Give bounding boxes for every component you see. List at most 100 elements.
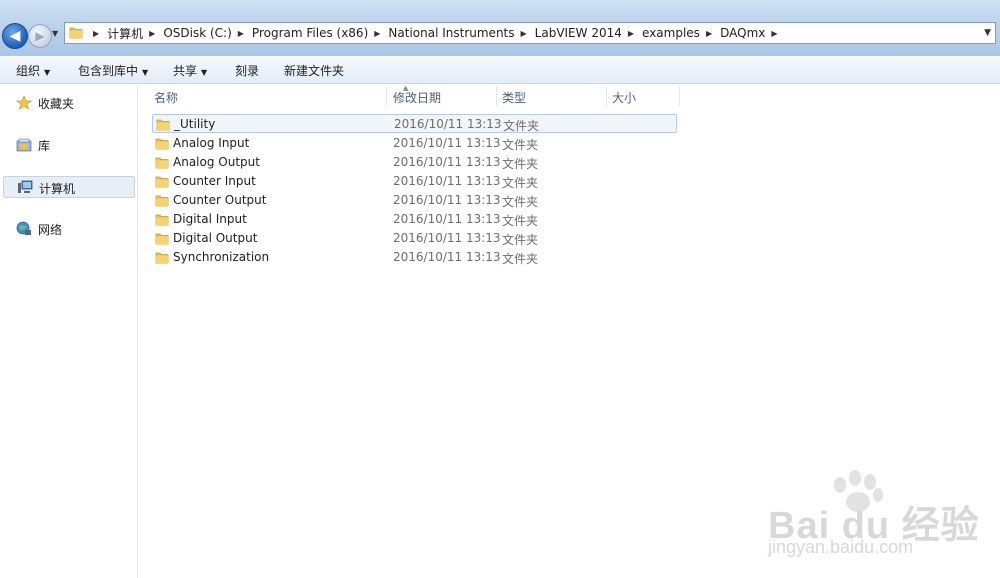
column-header-size[interactable]: 大小 [612, 89, 636, 106]
navigation-pane: 收藏夹 库 计算机 网络 [0, 84, 138, 578]
folder-icon [155, 176, 169, 188]
file-row[interactable]: Digital Output 2016/10/11 13:13 文件夹 [152, 229, 677, 248]
file-type: 文件夹 [502, 195, 539, 209]
file-row[interactable]: Analog Input 2016/10/11 13:13 文件夹 [152, 134, 677, 153]
file-row[interactable]: _Utility 2016/10/11 13:13 文件夹 [152, 114, 677, 133]
nav-label-computer: 计算机 [39, 182, 76, 196]
file-date: 2016/10/11 13:13 [393, 136, 501, 150]
share-button[interactable]: 共享 ▼ [173, 62, 207, 79]
watermark-url: jingyan.baidu.com [768, 537, 914, 557]
breadcrumb-separator-icon[interactable]: ▶ [706, 29, 712, 38]
share-label: 共享 [173, 64, 198, 78]
file-name: Analog Output [173, 155, 260, 169]
folder-icon [155, 157, 169, 169]
nav-item-computer[interactable]: 计算机 [3, 176, 135, 198]
folder-icon [155, 252, 169, 264]
file-name: Digital Output [173, 231, 258, 245]
breadcrumb-national-instruments[interactable]: National Instruments [388, 26, 514, 40]
folder-icon [155, 138, 169, 150]
chevron-down-icon: ▼ [44, 68, 51, 77]
address-history-dropdown-icon[interactable]: ▼ [984, 28, 991, 38]
library-icon [16, 138, 32, 152]
breadcrumb-separator-icon[interactable]: ▶ [149, 29, 155, 38]
include-in-library-button[interactable]: 包含到库中 ▼ [78, 62, 148, 79]
folder-icon [155, 195, 169, 207]
folder-icon [69, 27, 83, 39]
network-icon [16, 221, 31, 235]
recent-pages-dropdown-icon[interactable]: ▼ [52, 29, 58, 38]
column-header-row: 名称 ▲ 修改日期 类型 大小 [138, 84, 1000, 108]
nav-label-libraries: 库 [38, 139, 51, 153]
file-name: Analog Input [173, 136, 250, 150]
address-field[interactable]: ▶ 计算机 ▶ OSDisk (C:) ▶ Program Files (x86… [64, 22, 996, 44]
file-row[interactable]: Synchronization 2016/10/11 13:13 文件夹 [152, 248, 677, 267]
breadcrumb-program-files[interactable]: Program Files (x86) [252, 26, 368, 40]
file-type: 文件夹 [502, 233, 539, 247]
file-row[interactable]: Analog Output 2016/10/11 13:13 文件夹 [152, 153, 677, 172]
file-type: 文件夹 [502, 252, 539, 266]
file-type: 文件夹 [502, 138, 539, 152]
column-divider[interactable] [679, 86, 680, 106]
nav-label-network: 网络 [38, 223, 63, 237]
file-name: Counter Input [173, 174, 256, 188]
file-name: _Utility [174, 117, 216, 131]
file-date: 2016/10/11 13:13 [393, 231, 501, 245]
breadcrumb-computer[interactable]: 计算机 [107, 25, 143, 42]
star-icon [16, 95, 32, 110]
nav-label-favorites: 收藏夹 [38, 97, 75, 111]
file-type: 文件夹 [502, 176, 539, 190]
back-arrow-icon: ◀ [9, 28, 21, 44]
folder-icon [155, 233, 169, 245]
organize-label: 组织 [16, 64, 41, 78]
nav-item-network[interactable]: 网络 [0, 218, 137, 240]
chevron-down-icon: ▼ [142, 68, 149, 77]
forward-button[interactable]: ▶ [28, 24, 52, 48]
file-date: 2016/10/11 13:13 [394, 117, 502, 131]
folder-icon [156, 119, 170, 131]
breadcrumb-separator-icon[interactable]: ▶ [93, 29, 99, 38]
column-divider[interactable] [386, 86, 387, 106]
command-toolbar: 组织 ▼ 包含到库中 ▼ 共享 ▼ 刻录 新建文件夹 [0, 56, 1000, 84]
breadcrumb-examples[interactable]: examples [642, 26, 700, 40]
file-date: 2016/10/11 13:13 [393, 212, 501, 226]
file-date: 2016/10/11 13:13 [393, 155, 501, 169]
breadcrumb-separator-icon[interactable]: ▶ [628, 29, 634, 38]
breadcrumb-separator-icon[interactable]: ▶ [238, 29, 244, 38]
file-date: 2016/10/11 13:13 [393, 250, 501, 264]
file-name: Synchronization [173, 250, 270, 264]
address-bar-area: ◀ ▶ ▼ ▶ 计算机 ▶ OSDisk (C:) ▶ Program File… [0, 0, 1000, 56]
column-header-type[interactable]: 类型 [502, 89, 526, 106]
chevron-down-icon: ▼ [201, 68, 208, 77]
organize-menu-button[interactable]: 组织 ▼ [16, 62, 50, 79]
file-row[interactable]: Counter Output 2016/10/11 13:13 文件夹 [152, 191, 677, 210]
file-row[interactable]: Counter Input 2016/10/11 13:13 文件夹 [152, 172, 677, 191]
file-type: 文件夹 [503, 119, 540, 133]
file-type: 文件夹 [502, 157, 539, 171]
folder-icon [155, 214, 169, 226]
column-header-name[interactable]: 名称 [154, 89, 178, 106]
new-folder-button[interactable]: 新建文件夹 [284, 62, 344, 79]
burn-button[interactable]: 刻录 [235, 62, 259, 79]
column-divider[interactable] [606, 86, 607, 106]
nav-item-libraries[interactable]: 库 [0, 134, 137, 156]
file-row[interactable]: Digital Input 2016/10/11 13:13 文件夹 [152, 210, 677, 229]
file-type: 文件夹 [502, 214, 539, 228]
file-date: 2016/10/11 13:13 [393, 174, 501, 188]
breadcrumb-separator-icon[interactable]: ▶ [521, 29, 527, 38]
back-button[interactable]: ◀ [2, 23, 28, 49]
file-name: Counter Output [173, 193, 267, 207]
file-name: Digital Input [173, 212, 247, 226]
breadcrumb: ▶ 计算机 ▶ OSDisk (C:) ▶ Program Files (x86… [87, 23, 786, 43]
breadcrumb-labview[interactable]: LabVIEW 2014 [535, 26, 622, 40]
column-header-date[interactable]: 修改日期 [393, 89, 441, 106]
breadcrumb-separator-icon[interactable]: ▶ [374, 29, 380, 38]
computer-icon [18, 180, 33, 193]
file-date: 2016/10/11 13:13 [393, 193, 501, 207]
include-in-library-label: 包含到库中 [78, 64, 139, 78]
forward-arrow-icon: ▶ [35, 29, 45, 43]
nav-item-favorites[interactable]: 收藏夹 [0, 92, 137, 114]
breadcrumb-daqmx[interactable]: DAQmx [720, 26, 765, 40]
breadcrumb-separator-icon[interactable]: ▶ [771, 29, 777, 38]
column-divider[interactable] [496, 86, 497, 106]
breadcrumb-osdisk[interactable]: OSDisk (C:) [163, 26, 231, 40]
